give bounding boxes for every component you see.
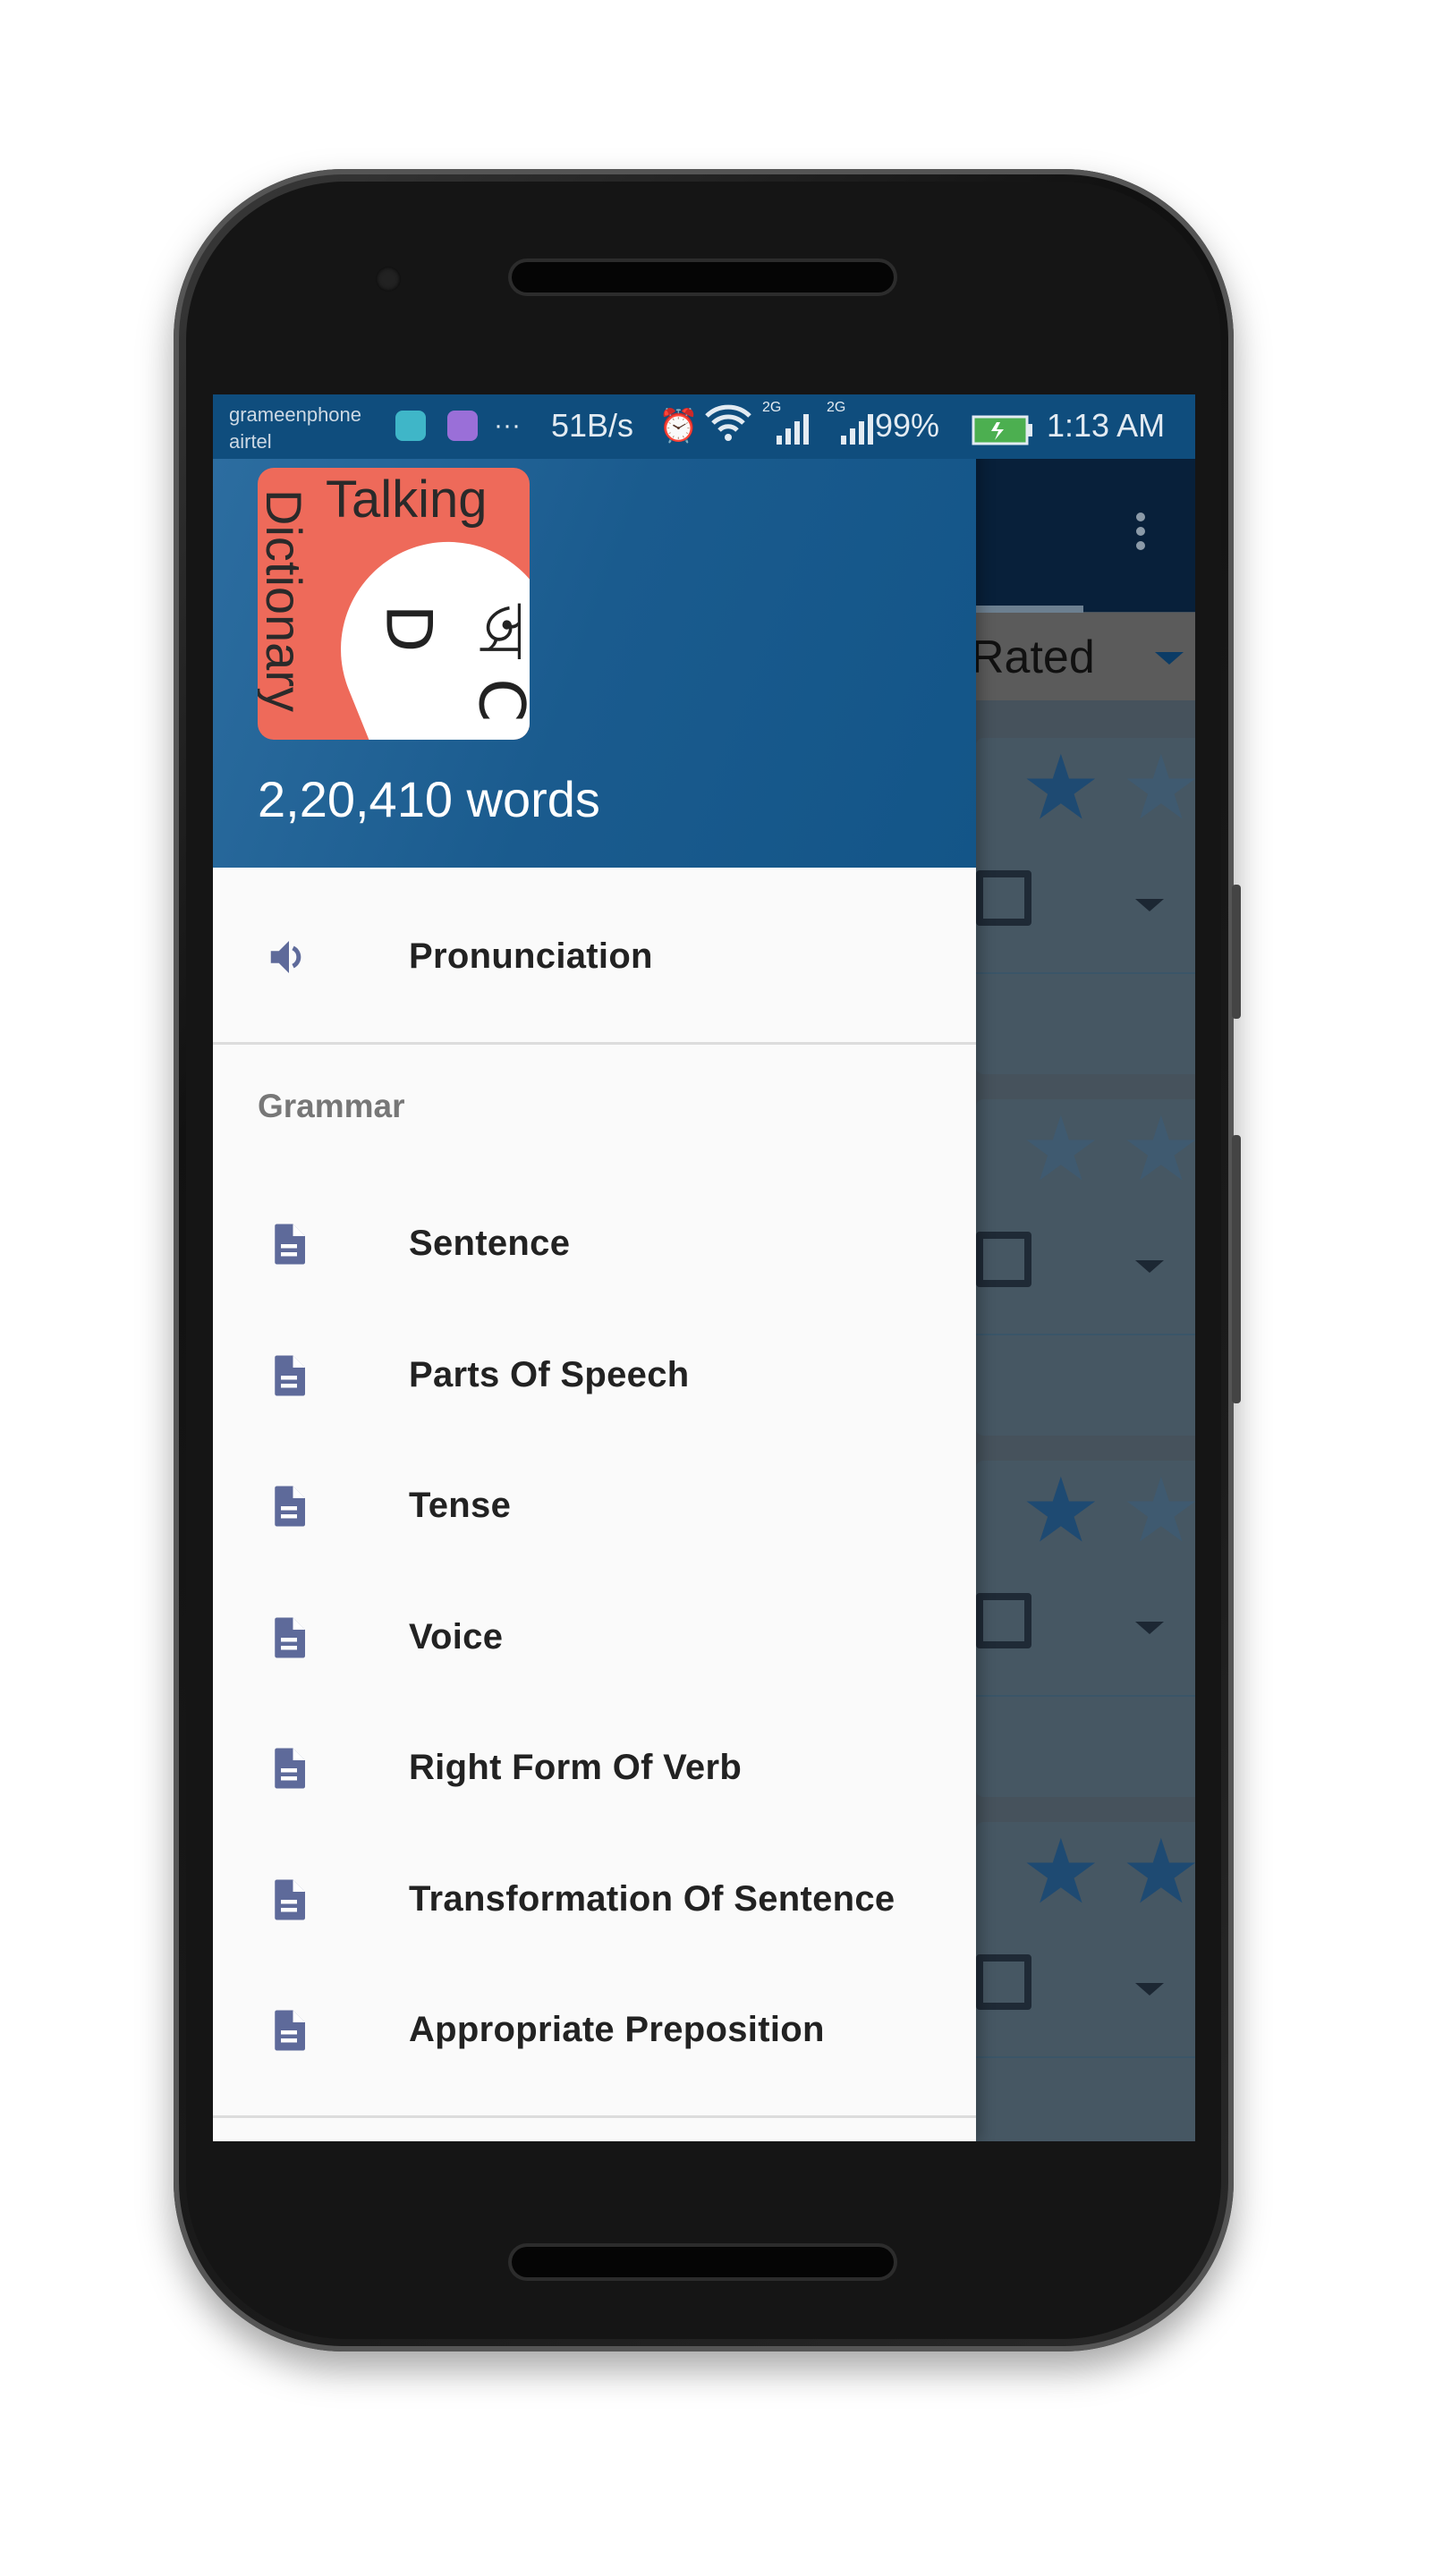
word-card[interactable]: ★ ★ — [976, 1822, 1195, 2141]
gallery-notification-icon — [447, 411, 478, 441]
drawer-item-label: Right Form Of Verb — [409, 1748, 743, 1787]
drawer-item-label: Transformation Of Sentence — [409, 1878, 896, 1919]
carrier-2: airtel — [229, 430, 272, 453]
star-filled-icon[interactable]: ★ — [1021, 743, 1101, 833]
drawer-header: Talking Dictionary অ C D 2,20,410 words — [213, 394, 976, 868]
wifi-icon — [705, 403, 751, 455]
section-header-grammar: Grammar — [258, 1088, 405, 1124]
drawer-item-label: Appropriate Preposition — [409, 2010, 825, 2049]
drawer-item-appropriate-preposition[interactable]: Appropriate Preposition — [213, 1967, 976, 2092]
document-icon — [275, 1486, 305, 1527]
star-empty-icon[interactable]: ★ — [1121, 1466, 1195, 1555]
copy-icon[interactable] — [976, 1232, 1031, 1287]
expand-arrow-icon[interactable] — [1135, 1260, 1164, 1273]
drawer-item-label: Pronunciation — [409, 936, 653, 976]
document-icon — [275, 1224, 305, 1265]
word-card[interactable]: ★ ★ — [976, 1099, 1195, 1436]
bottom-speaker — [512, 2247, 894, 2277]
battery-percent: 99% — [875, 407, 940, 444]
android-notification-icon — [395, 411, 426, 441]
expand-arrow-icon[interactable] — [1135, 1622, 1164, 1634]
divider — [213, 2115, 976, 2118]
more-options-icon[interactable] — [1136, 513, 1145, 555]
carrier-1: grameenphone — [229, 403, 362, 426]
power-button — [1232, 1135, 1241, 1403]
logo-glyph: অ C D — [371, 604, 531, 723]
drawer-item-label: Voice — [409, 1616, 504, 1657]
drawer-item-right-form-of-verb[interactable]: Right Form Of Verb — [213, 1705, 976, 1830]
carrier-names: grameenphone airtel — [229, 402, 361, 455]
drawer-item-transformation-of-sentence[interactable]: Transformation Of Sentence — [213, 1836, 976, 1962]
logo-text-dictionary: Dictionary — [258, 489, 312, 712]
main-toolbar — [976, 459, 1195, 612]
drawer-item-label: Tense — [409, 1486, 512, 1525]
filter-label: Rated — [971, 631, 1095, 683]
volume-button — [1232, 885, 1241, 1019]
top-speaker — [512, 262, 894, 292]
document-icon — [275, 2010, 305, 2051]
drawer-item-pronunciation[interactable]: Pronunciation — [213, 894, 976, 1019]
signal-icon — [839, 411, 875, 458]
drawer-item-sentence[interactable]: Sentence — [213, 1181, 976, 1306]
word-card[interactable]: ★ ★ — [976, 738, 1195, 1074]
star-filled-icon[interactable]: ★ — [1121, 1827, 1195, 1917]
navigation-drawer: Talking Dictionary অ C D 2,20,410 words … — [213, 394, 976, 2141]
word-count: 2,20,410 words — [258, 771, 600, 827]
drawer-item-voice[interactable]: Voice — [213, 1574, 976, 1699]
copy-icon[interactable] — [976, 1954, 1031, 2010]
star-empty-icon[interactable]: ★ — [1121, 1105, 1195, 1194]
battery-charging-icon — [972, 412, 1034, 457]
app-logo: Talking Dictionary অ C D — [258, 468, 530, 740]
star-empty-icon[interactable]: ★ — [1121, 743, 1195, 833]
signal-icon — [775, 411, 811, 458]
star-filled-icon[interactable]: ★ — [1021, 1466, 1101, 1555]
star-empty-icon[interactable]: ★ — [1021, 1105, 1101, 1194]
speaker-icon — [270, 941, 301, 973]
copy-icon[interactable] — [976, 1593, 1031, 1648]
alarm-icon: ⏰ — [658, 407, 699, 444]
document-icon — [275, 1617, 305, 1657]
word-card[interactable]: ★ ★ — [976, 1461, 1195, 1797]
document-icon — [275, 1879, 305, 1919]
network-speed: 51B/s — [551, 407, 634, 444]
logo-text-talking: Talking — [326, 470, 488, 529]
drawer-item-parts-of-speech[interactable]: Parts Of Speech — [213, 1312, 976, 1437]
drawer-item-label: Parts Of Speech — [409, 1354, 690, 1394]
document-icon — [275, 1355, 305, 1395]
status-bar: grameenphone airtel ··· 51B/s ⏰ 2G 2G 99… — [213, 394, 1195, 459]
tab-indicator — [976, 606, 1083, 613]
clock: 1:13 AM — [1047, 407, 1166, 444]
divider — [213, 1042, 976, 1045]
drawer-item-label: Sentence — [409, 1224, 571, 1263]
screen: grameenphone airtel ··· 51B/s ⏰ 2G 2G 99… — [213, 394, 1195, 2141]
expand-arrow-icon[interactable] — [1135, 1983, 1164, 1996]
rating-filter-dropdown[interactable]: Rated — [971, 613, 1195, 700]
star-filled-icon[interactable]: ★ — [1021, 1827, 1101, 1917]
dropdown-arrow-icon — [1155, 652, 1184, 665]
more-notifications: ··· — [494, 411, 521, 440]
document-icon — [275, 1748, 305, 1789]
copy-icon[interactable] — [976, 870, 1031, 926]
front-camera — [376, 267, 401, 292]
drawer-item-tense[interactable]: Tense — [213, 1443, 976, 1568]
expand-arrow-icon[interactable] — [1135, 899, 1164, 911]
